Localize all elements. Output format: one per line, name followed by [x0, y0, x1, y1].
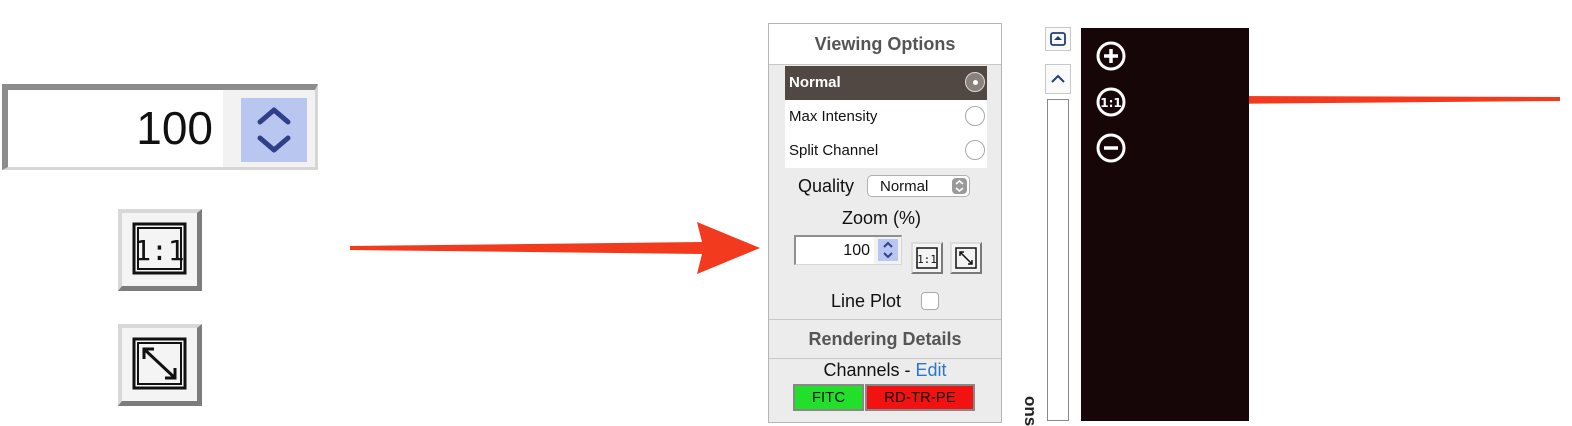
rendering-details-header: Rendering Details [769, 319, 1001, 359]
radio-icon[interactable] [965, 106, 985, 126]
viewing-options-panel: Viewing Options Normal Max Intensity Spl… [768, 23, 1002, 423]
fit-to-window-button[interactable] [950, 242, 982, 274]
rotated-tab[interactable]: ons [1016, 394, 1040, 426]
quality-select-value: Normal [880, 178, 929, 195]
line-plot-checkbox[interactable] [921, 292, 939, 310]
mode-option-max-intensity[interactable]: Max Intensity [785, 100, 987, 134]
side-scroll-track[interactable] [1047, 99, 1069, 421]
quality-select[interactable]: Normal [867, 175, 970, 197]
channels-label: Channels - [823, 360, 916, 380]
svg-text:1:1: 1:1 [1100, 96, 1122, 110]
spinner-arrows-icon[interactable] [878, 239, 898, 261]
rotated-tab-label: ons [1021, 396, 1040, 426]
chevron-up-icon [1051, 74, 1065, 83]
mode-label: Max Intensity [789, 108, 878, 125]
zoom-input[interactable]: 100 [796, 237, 874, 264]
mode-option-split-channel[interactable]: Split Channel [785, 134, 987, 168]
zoom-out-icon [1096, 133, 1126, 163]
mode-option-normal[interactable]: Normal [785, 66, 987, 100]
eject-icon [1050, 32, 1066, 46]
edit-channels-link[interactable]: Edit [916, 360, 947, 380]
actual-size-button[interactable]: 1:1 [1096, 87, 1126, 117]
mode-label: Normal [789, 74, 841, 91]
radio-selected-icon[interactable] [965, 72, 985, 92]
radio-icon[interactable] [965, 140, 985, 160]
zoom-out-button[interactable] [1096, 133, 1126, 163]
one-to-one-icon: 1:1 [1096, 87, 1126, 117]
collapse-panel-button[interactable] [1045, 27, 1071, 51]
line-plot-label: Line Plot [831, 291, 902, 311]
zoom-label: Zoom (%) [842, 208, 922, 228]
quality-label: Quality [798, 176, 855, 196]
channel-button-rd-tr-pe[interactable]: RD-TR-PE [865, 384, 975, 411]
fit-to-window-icon [955, 247, 977, 269]
channels-row: Channels - Edit [769, 360, 1001, 381]
viewing-options-header: Viewing Options [769, 24, 1001, 65]
mode-label: Split Channel [789, 142, 879, 159]
arrow-to-zoom-controls [350, 222, 760, 274]
one-to-one-icon: 1:1 [916, 247, 938, 269]
channel-button-fitc[interactable]: FITC [793, 384, 864, 411]
zoom-in-button[interactable] [1096, 41, 1126, 71]
image-viewer[interactable]: 1:1 [1077, 22, 1249, 421]
zoom-stepper[interactable]: 100 [794, 235, 902, 265]
scroll-up-button[interactable] [1045, 64, 1071, 94]
svg-text:1:1: 1:1 [917, 253, 937, 266]
one-to-one-button[interactable]: 1:1 [911, 242, 943, 274]
zoom-in-icon [1096, 41, 1126, 71]
select-arrows-icon [952, 178, 967, 194]
